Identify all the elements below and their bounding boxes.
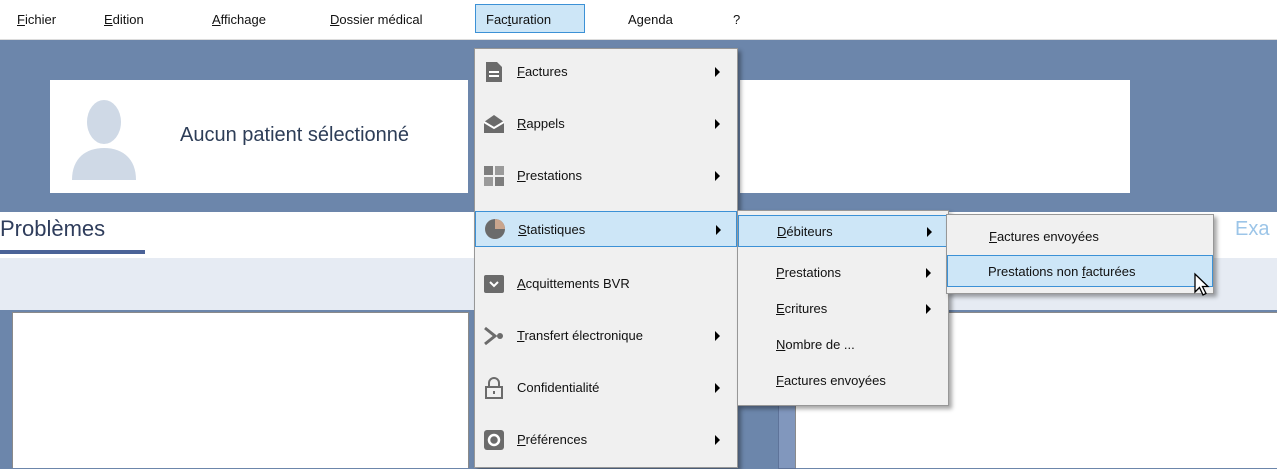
tab-active-underline [0,250,145,254]
no-patient-text: Aucun patient sélectionné [180,124,410,146]
menu-item-stat-factures-envoyees[interactable]: Factures envoyées [738,367,948,395]
statistiques-submenu: Débiteurs Prestations Ecritures Nombre d… [737,210,949,406]
menu-item-rappels[interactable]: Rappels [475,107,737,141]
menu-item-prestations[interactable]: Prestations [475,159,737,193]
preferences-label: Préférences [517,432,588,447]
menu-item-stat-prestations[interactable]: Prestations [738,259,948,287]
menu-agenda-label: enda [643,12,673,27]
menu-edition[interactable]: Edition [104,0,144,39]
submenu-arrow-icon [715,119,720,129]
submenu-arrow-icon [715,435,720,445]
problems-pane[interactable] [12,312,469,468]
menu-edition-accel: E [104,12,113,27]
debiteurs-submenu: Factures envoyées Prestations non factur… [946,214,1214,294]
menu-dossier-accel: D [330,12,340,27]
statistiques-label: Statistiques [518,222,586,237]
menu-item-nombre[interactable]: Nombre de ... [738,331,948,359]
stat-factures-envoyees-label: Factures envoyées [776,373,886,388]
pie-chart-icon [485,219,505,239]
nombre-label: Nombre de ... [776,337,855,352]
submenu-arrow-icon [715,383,720,393]
inbox-icon [484,275,504,293]
menu-help[interactable]: ? [733,0,740,39]
menu-dossier-medical[interactable]: Dossier médical [330,0,422,39]
menu-facturation-pre: Fac [486,12,508,27]
document-icon [486,62,502,82]
grid-icon [484,166,504,186]
menu-item-ecritures[interactable]: Ecritures [738,295,948,323]
transfer-icon [484,326,503,346]
menu-affichage[interactable]: Affichage [212,0,266,39]
stat-prestations-label: Prestations [776,265,842,280]
menu-fichier-label: ichier [24,12,57,27]
menu-affichage-label: ffichage [220,12,266,27]
factures-label: Factures [517,64,568,79]
ecritures-label: Ecritures [776,301,828,316]
menu-item-confidentialite[interactable]: Confidentialité [475,371,737,405]
prestations-non-facturees-label: Prestations non facturées [988,264,1136,279]
submenu-arrow-icon [715,67,720,77]
menu-affichage-accel: A [212,12,221,27]
envelope-icon [483,115,505,133]
submenu-arrow-icon [715,171,720,181]
patient-avatar-icon [64,92,144,180]
menu-facturation[interactable]: Facturation [475,4,585,33]
menu-fichier-accel: F [17,12,25,27]
submenu-arrow-icon [716,225,721,235]
transfert-label: Transfert électronique [517,328,643,343]
menu-item-debiteurs[interactable]: Débiteurs [738,215,948,247]
menu-item-statistiques[interactable]: Statistiques [475,211,737,247]
menu-item-factures[interactable]: Factures [475,55,737,89]
menu-agenda[interactable]: Agenda [628,0,673,39]
menu-item-transfert[interactable]: Transfert électronique [475,319,737,353]
menu-edition-label: dition [112,12,144,27]
tab-examens-partial[interactable]: Exa [1235,218,1269,241]
patient-card[interactable]: Aucun patient sélectionné [50,80,468,193]
menu-dossier-label: ossier médical [339,12,423,27]
facturation-menu: Factures Rappels Prestations Statistique… [474,48,738,468]
menu-agenda-accel: g [636,12,644,27]
menu-item-acquittements[interactable]: Acquittements BVR [475,267,737,301]
menu-item-preferences[interactable]: Préférences [475,423,737,457]
confidentialite-label: Confidentialité [517,380,600,395]
menu-fichier[interactable]: Fichier [17,0,56,39]
submenu-arrow-icon [715,331,720,341]
gear-icon [484,430,504,450]
acquittements-label: Acquittements BVR [517,276,630,291]
menu-agenda-pre: A [628,12,637,27]
menu-item-factures-envoyees[interactable]: Factures envoyées [947,221,1213,253]
menu-facturation-label: uration [511,12,552,27]
rappels-label: Rappels [517,116,565,131]
lock-icon [485,377,503,399]
debiteurs-label: Débiteurs [777,224,833,239]
menu-item-prestations-non-facturees[interactable]: Prestations non facturées [947,255,1213,287]
header-right-card [740,80,1130,193]
submenu-arrow-icon [927,227,932,237]
prestations-label: Prestations [517,168,583,183]
tab-problemes[interactable]: Problèmes [0,216,105,242]
submenu-arrow-icon [926,304,931,314]
submenu-arrow-icon [926,268,931,278]
menu-bar: Fichier Edition Affichage Dossier médica… [0,0,1277,40]
mouse-cursor-icon [1194,272,1210,296]
factures-envoyees-label: Factures envoyées [989,229,1099,244]
